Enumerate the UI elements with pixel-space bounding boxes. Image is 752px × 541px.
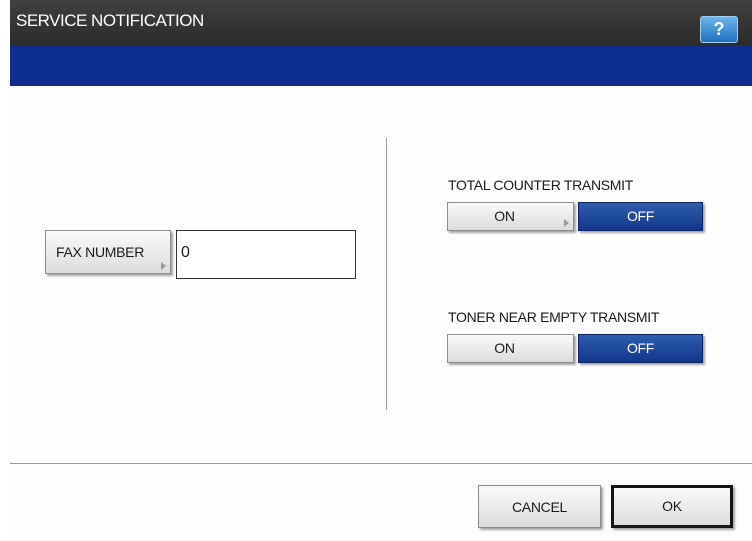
toner-near-empty-on-button[interactable]: ON <box>447 334 574 363</box>
fax-number-button-label: FAX NUMBER <box>56 244 145 260</box>
corner-arrow-icon <box>161 262 166 270</box>
service-notification-dialog: SERVICE NOTIFICATION ? FAX NUMBER 0 TOTA… <box>10 0 752 541</box>
help-button[interactable]: ? <box>700 16 738 43</box>
question-mark-icon: ? <box>713 19 725 39</box>
total-counter-off-label: OFF <box>626 208 655 224</box>
fax-number-button[interactable]: FAX NUMBER <box>45 230 171 274</box>
corner-arrow-icon <box>564 219 569 227</box>
header-band <box>10 45 752 86</box>
toner-near-empty-off-button[interactable]: OFF <box>578 334 703 363</box>
toner-near-empty-on-label: ON <box>494 340 515 356</box>
total-counter-off-button[interactable]: OFF <box>578 202 703 231</box>
footer-divider <box>10 463 752 464</box>
window-title: SERVICE NOTIFICATION <box>16 11 204 30</box>
ok-button-label: OK <box>662 498 682 514</box>
cancel-button[interactable]: CANCEL <box>478 485 601 528</box>
total-counter-transmit-label: TOTAL COUNTER TRANSMIT <box>448 177 634 193</box>
cancel-button-label: CANCEL <box>512 499 567 515</box>
toner-near-empty-transmit-label: TONER NEAR EMPTY TRANSMIT <box>448 309 660 325</box>
toner-near-empty-off-label: OFF <box>626 340 655 356</box>
title-bar: SERVICE NOTIFICATION ? <box>10 0 752 45</box>
total-counter-on-button[interactable]: ON <box>447 202 574 231</box>
ok-button[interactable]: OK <box>611 485 733 528</box>
vertical-divider <box>386 138 387 410</box>
total-counter-on-label: ON <box>494 208 515 224</box>
fax-number-field[interactable]: 0 <box>176 230 356 279</box>
